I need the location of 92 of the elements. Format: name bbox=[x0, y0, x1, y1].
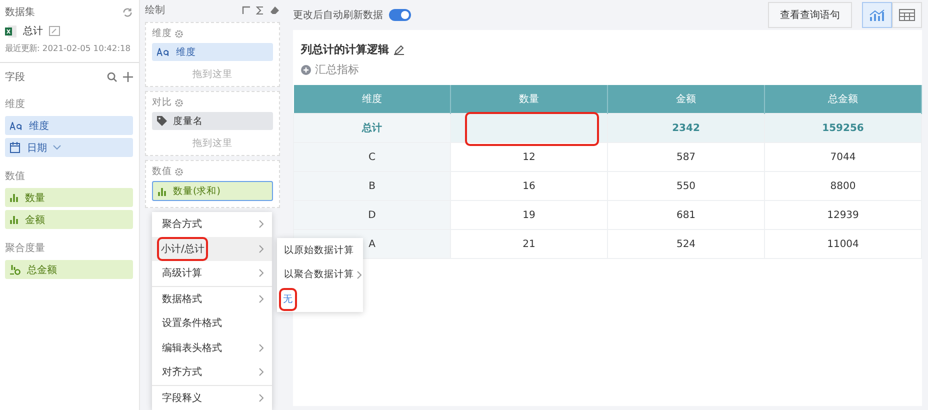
text-type-icon bbox=[10, 122, 23, 130]
eraser-icon[interactable] bbox=[270, 6, 280, 14]
table-cell: 8800 bbox=[764, 172, 922, 200]
chevron-right-icon bbox=[357, 270, 362, 279]
panel-title: 字段 bbox=[5, 70, 25, 84]
table-cell: 21 bbox=[450, 230, 608, 258]
menu-item[interactable]: 高级计算 bbox=[152, 261, 272, 286]
drop-hint-text: 拖到这里 bbox=[192, 69, 232, 80]
menu-item[interactable]: 设置条件格式 bbox=[152, 311, 272, 336]
field-item[interactable]: 总金额 bbox=[5, 260, 133, 279]
last-updated-text: 最近更新: 2021-02-05 10:42:18 bbox=[5, 43, 131, 54]
table-cell: 524 bbox=[608, 230, 764, 258]
chevron-right-icon bbox=[259, 368, 264, 376]
pencil-icon[interactable] bbox=[394, 44, 404, 54]
chevron-right-icon bbox=[259, 244, 264, 253]
field-item[interactable]: 维度 bbox=[5, 116, 133, 135]
section-label: 维度 bbox=[152, 27, 172, 40]
section-label: 数值 bbox=[152, 165, 172, 178]
corner-icon[interactable] bbox=[242, 6, 250, 14]
panel-title: 绘制 bbox=[145, 4, 165, 17]
column-header: 金额 bbox=[608, 85, 764, 114]
gear-icon[interactable] bbox=[175, 30, 183, 38]
table-icon bbox=[899, 9, 915, 21]
add-circle-icon[interactable] bbox=[301, 64, 311, 74]
table-cell: 550 bbox=[608, 172, 764, 200]
field-pill[interactable]: 度量名 bbox=[152, 112, 273, 130]
section-label: 对比 bbox=[152, 96, 172, 109]
toggle-switch[interactable] bbox=[389, 9, 411, 21]
chart-title: 列总计的计算逻辑 bbox=[301, 42, 389, 57]
table-cell: 681 bbox=[608, 200, 764, 230]
bar-chart-icon bbox=[158, 186, 167, 196]
search-icon[interactable] bbox=[107, 72, 117, 82]
menu-item[interactable]: 对齐方式 bbox=[152, 360, 272, 384]
menu-item[interactable]: 聚合方式 bbox=[152, 212, 272, 236]
table-cell: 12 bbox=[450, 142, 608, 172]
add-metric-link[interactable]: 汇总指标 bbox=[315, 62, 359, 77]
text-type-icon bbox=[157, 48, 170, 56]
group-label: 聚合度量 bbox=[5, 242, 46, 255]
table-cell: 12939 bbox=[764, 200, 922, 230]
add-icon[interactable] bbox=[123, 72, 133, 82]
table-cell: 587 bbox=[608, 142, 764, 172]
chevron-right-icon bbox=[259, 269, 264, 278]
dataset-name[interactable]: 总计 bbox=[23, 24, 43, 38]
menu-item[interactable]: 字段释义 bbox=[152, 386, 272, 410]
gear-icon[interactable] bbox=[175, 168, 183, 176]
total-cell: 总计 bbox=[294, 114, 450, 142]
table-cell: 11004 bbox=[764, 230, 922, 258]
field-pill[interactable]: 维度 bbox=[152, 43, 273, 61]
field-item[interactable]: 金额 bbox=[5, 210, 133, 229]
table-cell: B bbox=[294, 172, 450, 200]
chevron-right-icon bbox=[259, 344, 264, 352]
bar-chart-icon bbox=[10, 193, 19, 202]
total-cell: 159256 bbox=[764, 114, 922, 142]
menu-item[interactable]: 小计/总计 bbox=[152, 236, 272, 261]
excel-file-icon bbox=[5, 24, 17, 38]
table-view-button[interactable] bbox=[892, 2, 922, 28]
table-cell: 19 bbox=[450, 200, 608, 230]
group-label: 数值 bbox=[5, 170, 26, 183]
tag-icon bbox=[157, 116, 167, 126]
gear-icon[interactable] bbox=[175, 98, 183, 106]
drop-hint-text: 拖到这里 bbox=[192, 138, 232, 149]
chart-view-button[interactable] bbox=[862, 2, 892, 28]
field-item[interactable]: 日期 bbox=[5, 138, 133, 157]
total-cell: 2342 bbox=[608, 114, 764, 142]
calendar-icon bbox=[10, 142, 21, 153]
edit-icon[interactable] bbox=[49, 26, 60, 36]
column-header: 总金额 bbox=[764, 85, 922, 114]
table-cell: 7044 bbox=[764, 142, 922, 172]
column-header: 维度 bbox=[294, 85, 450, 114]
field-item[interactable]: 数量 bbox=[5, 188, 133, 207]
menu-item[interactable]: 数据格式 bbox=[152, 286, 272, 311]
field-pill[interactable]: 数量(求和) bbox=[152, 181, 273, 201]
table-cell: 16 bbox=[450, 172, 608, 200]
group-label: 维度 bbox=[5, 98, 26, 111]
panel-title: 数据集 bbox=[5, 6, 35, 19]
chevron-right-icon bbox=[259, 394, 264, 402]
chevron-right-icon bbox=[259, 220, 264, 228]
submenu-item[interactable]: 无 bbox=[277, 287, 363, 312]
menu-item[interactable]: 编辑表头格式 bbox=[152, 336, 272, 360]
chevron-right-icon bbox=[259, 294, 264, 303]
view-query-button[interactable]: 查看查询语句 bbox=[768, 2, 852, 28]
chart-icon bbox=[869, 9, 885, 21]
auto-refresh-label: 更改后自动刷新数据 bbox=[293, 8, 383, 22]
submenu-item[interactable]: 以聚合数据计算 bbox=[277, 262, 363, 287]
table-cell: C bbox=[294, 142, 450, 172]
aggregate-measure-icon bbox=[10, 264, 21, 275]
chevron-down-icon[interactable] bbox=[53, 145, 61, 150]
sigma-icon[interactable] bbox=[256, 6, 264, 14]
refresh-icon[interactable] bbox=[122, 6, 133, 18]
table-cell: D bbox=[294, 200, 450, 230]
column-header: 数量 bbox=[450, 85, 608, 114]
bar-chart-icon bbox=[10, 215, 19, 224]
